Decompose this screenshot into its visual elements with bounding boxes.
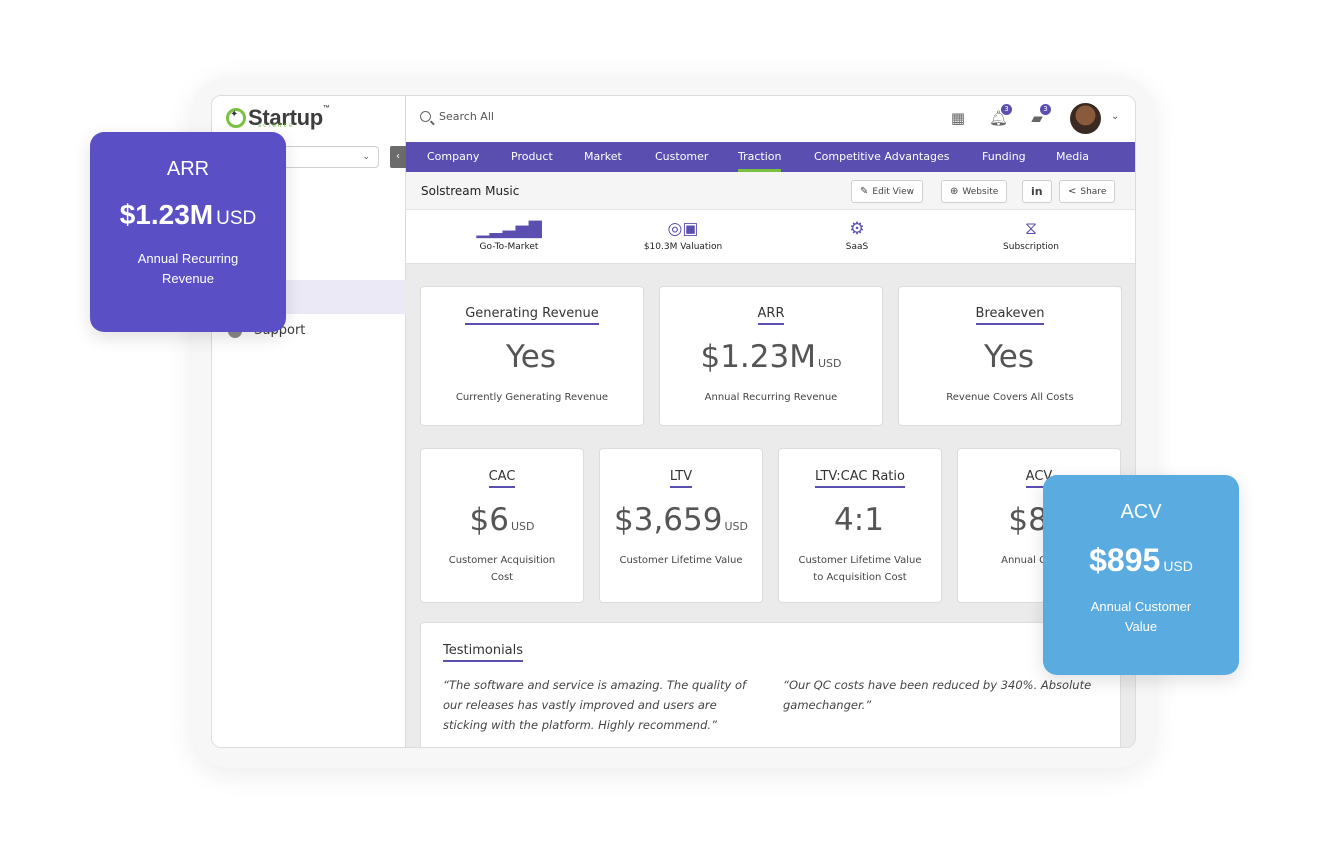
search-icon [420,111,431,122]
metric-description: Customer Lifetime Value to Acquisition C… [798,555,922,583]
metric-title: CAC [488,469,516,488]
testimonial-quote: “Our QC costs have been reduced by 340%.… [783,678,1092,712]
metric-description: Revenue Covers All Costs [946,392,1074,403]
network-icon: ⚙ [849,219,865,239]
stat-saas: ⚙ SaaS [782,218,932,252]
chat-icon[interactable]: ▰ 3 [1028,104,1051,127]
company-header: Solstream Music ✎ Edit View ⊕ Website in <… [406,172,1135,210]
stat-go-to-market: ▁▂▃▅▇ Go-To-Market [434,218,584,252]
app-window: Startup™ science ⌄ ‹ e emy e Support [211,95,1136,748]
presentation-chart-icon: ⧖ [1025,219,1037,239]
metric-value: 4:1 [834,502,884,538]
linkedin-button[interactable]: in [1022,180,1052,203]
logo-subtext: science [258,122,295,129]
globe-icon: ⊕ [950,186,959,197]
tab-market[interactable]: Market [584,142,622,172]
metric-value: $1.23M USD [700,339,842,375]
metric-title: Generating Revenue [465,306,599,325]
share-button[interactable]: < Share [1059,180,1116,203]
metric-card-ltv-cac-ratio: LTV:CAC Ratio 4:1 Customer Lifetime Valu… [778,448,942,603]
linkedin-icon: in [1031,185,1043,198]
section-tabs: Company Product Market Customer Traction… [406,142,1135,172]
metric-title: Breakeven [975,306,1045,325]
bar-growth-icon: ▁▂▃▅▇ [476,219,542,239]
tab-product[interactable]: Product [511,142,553,172]
chevron-down-icon[interactable]: ⌄ [1111,111,1119,122]
edit-view-button[interactable]: ✎ Edit View [851,180,924,203]
callout-description: Annual Recurring Revenue [137,251,239,286]
bell-icon[interactable]: 🔔︎ 3 [989,104,1012,127]
callout-value: $895 USD [1089,542,1193,578]
website-button[interactable]: ⊕ Website [941,180,1008,203]
testimonials-panel: Testimonials “The software and service i… [420,622,1121,747]
metric-title: LTV:CAC Ratio [815,469,905,488]
tab-media[interactable]: Media [1056,142,1089,172]
callout-description: Annual Customer Value [1090,599,1192,634]
metric-value: Yes [983,339,1035,375]
search-input[interactable]: Search All [420,110,494,123]
share-icon: < [1068,186,1077,197]
chevron-left-icon[interactable]: ‹ [390,146,406,168]
chevron-down-icon: ⌄ [362,152,370,162]
testimonial-quote: “The software and service is amazing. Th… [443,678,747,732]
content-area: Generating Revenue Yes Currently Generat… [406,264,1135,747]
arr-callout-card: ARR $1.23M USD Annual Recurring Revenue [90,132,286,332]
stat-valuation: ◎▣ $10.3M Valuation [608,218,758,252]
testimonials-title: Testimonials [443,643,524,662]
metric-description: Currently Generating Revenue [455,392,609,403]
avatar[interactable] [1070,103,1101,134]
tab-traction[interactable]: Traction [738,142,782,172]
metric-value: $6 USD [469,502,535,538]
metric-card-cac: CAC $6 USD Customer Acquisition Cost [420,448,584,603]
tab-company[interactable]: Company [427,142,479,172]
logo-mark-icon [226,108,246,128]
callout-value: $1.23M USD [119,199,257,230]
metric-card-ltv: LTV $3,659 USD Customer Lifetime Value [599,448,763,603]
company-name: Solstream Music [421,184,520,198]
metric-description: Customer Acquisition Cost [448,555,556,583]
top-bar: Search All ▦ 🔔︎ 3 ▰ 3 ⌄ [406,96,1135,142]
metric-card-breakeven: Breakeven Yes Revenue Covers All Costs [898,286,1122,426]
metric-description: Annual Recurring Revenue [704,392,838,403]
tab-customer[interactable]: Customer [655,142,708,172]
stat-subscription: ⧖ Subscription [956,218,1106,252]
metric-title: LTV [669,469,693,488]
metric-card-generating-revenue: Generating Revenue Yes Currently Generat… [420,286,644,426]
calendar-icon[interactable]: ▦ [949,109,967,127]
acv-callout-card: ACV $895 USD Annual Customer Value [1043,475,1239,675]
stats-row: ▁▂▃▅▇ Go-To-Market ◎▣ $10.3M Valuation ⚙… [406,210,1135,264]
notification-badge: 3 [1001,104,1012,115]
tab-funding[interactable]: Funding [982,142,1026,172]
metric-card-arr: ARR $1.23M USD Annual Recurring Revenue [659,286,883,426]
callout-title: ACV [1120,501,1162,523]
coins-icon: ◎▣ [667,219,699,239]
metric-value: Yes [505,339,557,375]
callout-title: ARR [166,158,210,180]
tab-competitive-advantages[interactable]: Competitive Advantages [814,142,949,172]
metric-title: ARR [757,306,785,325]
edit-icon: ✎ [860,186,869,197]
metric-description: Customer Lifetime Value [619,555,743,566]
metric-value: $3,659 USD [614,502,748,538]
message-badge: 3 [1040,104,1051,115]
